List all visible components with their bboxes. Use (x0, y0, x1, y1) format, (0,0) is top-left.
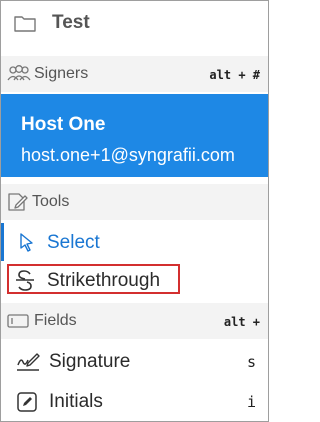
field-signature-shortcut: s (246, 353, 256, 371)
field-signature-label: Signature (49, 351, 131, 372)
signers-shortcut: alt + # (209, 68, 260, 82)
initials-icon (17, 392, 37, 412)
fields-shortcut: alt + (223, 315, 260, 329)
signers-section-header[interactable]: Signers alt + # (1, 56, 268, 92)
field-signature[interactable]: Signature s (1, 341, 268, 381)
fields-section-header[interactable]: Fields alt + (1, 303, 268, 339)
signature-icon (17, 353, 40, 371)
tool-strikethrough[interactable]: Strikethrough (1, 263, 268, 299)
field-icon (7, 314, 29, 328)
active-indicator (1, 223, 4, 261)
field-initials-label: Initials (49, 391, 103, 412)
users-icon (7, 65, 31, 81)
tool-strikethrough-label: Strikethrough (47, 270, 161, 291)
selected-signer[interactable]: Host One host.one+1@syngrafii.com (1, 94, 268, 177)
fields-label: Fields (34, 312, 77, 329)
cursor-icon (20, 233, 33, 252)
tools-icon (8, 193, 28, 211)
document-title: Test (52, 12, 90, 33)
folder-icon (14, 16, 36, 32)
signers-label: Signers (34, 65, 89, 82)
field-initials[interactable]: Initials i (1, 382, 268, 422)
side-panel: Test Signers alt + # Host One host.one+1… (0, 0, 269, 422)
tool-select-label: Select (47, 232, 100, 253)
signer-name: Host One (21, 114, 106, 135)
field-initials-shortcut: i (246, 393, 256, 411)
strikethrough-icon (16, 270, 34, 291)
document-header[interactable]: Test (1, 1, 268, 47)
tools-label: Tools (32, 193, 70, 210)
signer-email: host.one+1@syngrafii.com (21, 145, 235, 165)
tool-select[interactable]: Select (1, 223, 268, 261)
tools-section-header[interactable]: Tools (1, 184, 268, 220)
